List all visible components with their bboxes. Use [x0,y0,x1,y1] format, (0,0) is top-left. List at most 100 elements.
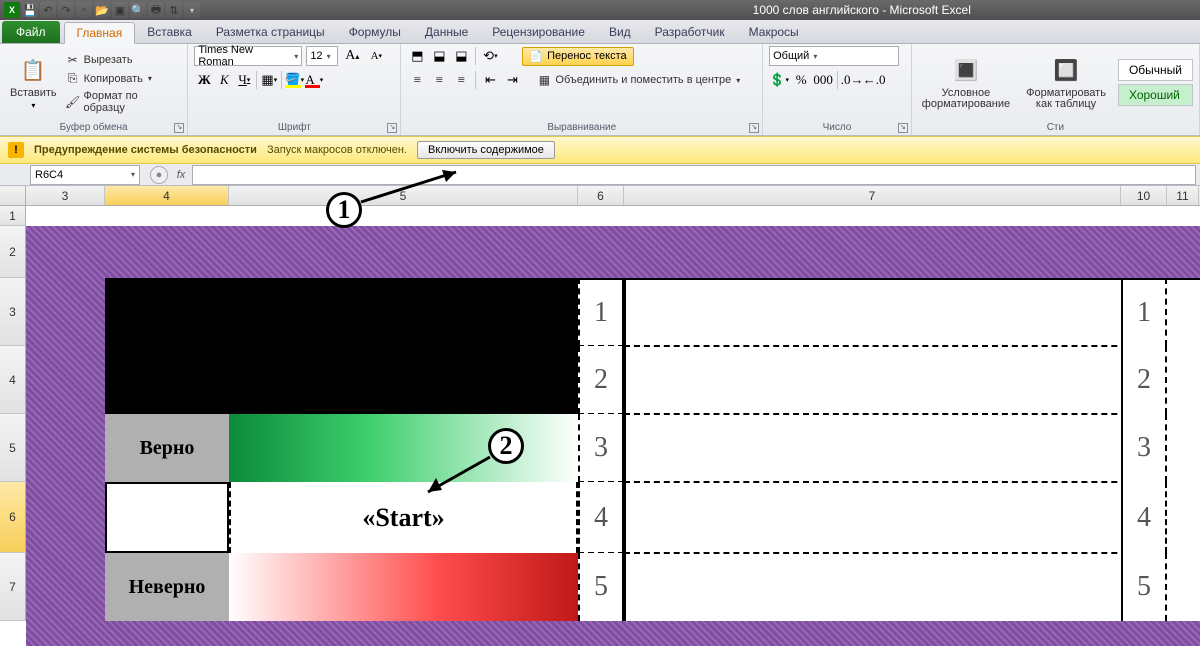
dialog-launcher-icon[interactable]: ↘ [749,123,759,133]
wrap-text-button[interactable]: 📄Перенос текста [522,47,633,66]
select-all-corner[interactable] [0,186,26,205]
tab-file[interactable]: Файл [2,21,60,43]
decrease-indent-button[interactable]: ⇤ [480,70,500,90]
col-header[interactable]: 11 [1167,186,1199,205]
col11-area [1167,278,1200,621]
group-styles-label: Сти [1047,122,1064,133]
align-bottom-button[interactable]: ⬓ [451,46,471,66]
underline-button[interactable]: Ч▾ [234,70,254,90]
tab-formulas[interactable]: Формулы [337,21,413,43]
neverno-label-cell: Неверно [105,553,229,621]
percent-button[interactable]: % [791,70,811,90]
format-as-table-button[interactable]: 🔲 Форматировать как таблицу [1022,54,1110,112]
enable-content-button[interactable]: Включить содержимое [417,141,555,159]
sort-icon[interactable]: ⇅ [166,2,182,18]
tab-review[interactable]: Рецензирование [480,21,597,43]
print-area-icon[interactable]: ▣ [112,2,128,18]
tab-macros[interactable]: Макросы [737,21,811,43]
redo-icon[interactable]: ↷ [58,2,74,18]
start-cell[interactable]: «Start» [229,482,578,553]
tab-insert[interactable]: Вставка [135,21,204,43]
tab-data[interactable]: Данные [413,21,480,43]
font-size-combo[interactable]: 12▾ [306,46,338,66]
security-title: Предупреждение системы безопасности [34,144,257,156]
col-header[interactable]: 10 [1121,186,1167,205]
shrink-font-button[interactable]: A▾ [366,46,386,66]
comma-button[interactable]: 000 [813,70,833,90]
save-icon[interactable]: 💾 [22,2,38,18]
font-color-button[interactable]: A▾ [304,70,324,90]
merge-icon: ▦ [536,72,552,88]
num-cell: 2 [578,346,624,414]
dialog-launcher-icon[interactable]: ↘ [174,123,184,133]
borders-button[interactable]: ▦▾ [259,70,279,90]
col-header[interactable]: 4 [105,186,229,205]
align-middle-button[interactable]: ⬓ [429,46,449,66]
row-header[interactable]: 2 [0,226,26,278]
col-header[interactable]: 7 [624,186,1121,205]
orientation-button[interactable]: ⟲▾ [480,46,500,66]
ribbon-tabs: Файл Главная Вставка Разметка страницы Ф… [0,20,1200,44]
italic-button[interactable]: К [214,70,234,90]
row-header[interactable]: 3 [0,278,26,346]
format-painter-button[interactable]: 🖌Формат по образцу [65,89,182,115]
num-cell: 1 [1121,278,1167,346]
col-header[interactable]: 3 [26,186,105,205]
undo-icon[interactable]: ↶ [40,2,56,18]
increase-decimal-button[interactable]: .0→ [842,70,862,90]
bold-button[interactable]: Ж [194,70,214,90]
style-good[interactable]: Хороший [1118,84,1193,106]
align-right-button[interactable]: ≡ [451,70,471,90]
increase-indent-button[interactable]: ⇥ [502,70,522,90]
style-normal[interactable]: Обычный [1118,59,1193,81]
conditional-formatting-button[interactable]: 🔳 Условное форматирование [918,54,1014,112]
dialog-launcher-icon[interactable]: ↘ [387,123,397,133]
cut-button[interactable]: ✂Вырезать [65,51,182,69]
row-header[interactable]: 6 [0,482,26,553]
tab-home[interactable]: Главная [64,22,136,44]
copy-button[interactable]: ⎘Копировать▾ [65,70,182,88]
grow-font-button[interactable]: A▴ [342,46,362,66]
paste-button[interactable]: 📋 Вставить ▾ [6,53,61,112]
align-left-button[interactable]: ≡ [407,70,427,90]
print-preview-icon[interactable]: 🔍 [130,2,146,18]
currency-button[interactable]: 💲▾ [769,70,789,90]
tab-developer[interactable]: Разработчик [643,21,737,43]
chevron-down-icon: ▾ [294,52,298,61]
number-format-combo[interactable]: Общий▾ [769,46,899,66]
row-header[interactable]: 7 [0,553,26,621]
worksheet-grid: 3 4 5 6 7 10 11 1 2 3 4 5 6 7 Верно «Sta… [0,186,1200,628]
name-box[interactable]: R6C4▾ [30,165,140,185]
fx-icon[interactable]: fx [170,169,192,181]
tab-view[interactable]: Вид [597,21,643,43]
chevron-down-icon: ▾ [131,170,135,179]
row-header[interactable]: 1 [0,206,26,226]
tab-page-layout[interactable]: Разметка страницы [204,21,337,43]
empty-cell [105,482,229,553]
row-headers: 1 2 3 4 5 6 7 [0,206,26,621]
excel-icon: X [4,2,20,18]
align-center-button[interactable]: ≡ [429,70,449,90]
row-header[interactable]: 4 [0,346,26,414]
qat-more-icon[interactable]: ▾ [184,2,200,18]
quick-access-toolbar: X 💾 ↶ ↷ ▫ 📂 ▣ 🔍 🖶 ⇅ ▾ [0,2,204,18]
formula-input[interactable] [192,165,1196,185]
font-name-combo[interactable]: Times New Roman▾ [194,46,302,66]
cancel-formula-button[interactable]: ● [150,166,168,184]
decrease-decimal-button[interactable]: ←.0 [864,70,884,90]
dialog-launcher-icon[interactable]: ↘ [898,123,908,133]
align-top-button[interactable]: ⬒ [407,46,427,66]
merge-center-button[interactable]: ▦Объединить и поместить в центре▾ [536,71,740,89]
num-cell: 4 [578,482,624,553]
quick-print-icon[interactable]: 🖶 [148,2,164,18]
chevron-down-icon: ▾ [813,52,817,61]
col-header[interactable]: 6 [578,186,624,205]
new-icon[interactable]: ▫ [76,2,92,18]
row-header[interactable]: 5 [0,414,26,482]
fill-color-button[interactable]: 🪣▾ [284,70,304,90]
cond-format-icon: 🔳 [951,56,981,86]
num-cell: 2 [1121,346,1167,414]
open-icon[interactable]: 📂 [94,2,110,18]
num-cell: 1 [578,278,624,346]
font-color-icon: A [305,72,319,88]
